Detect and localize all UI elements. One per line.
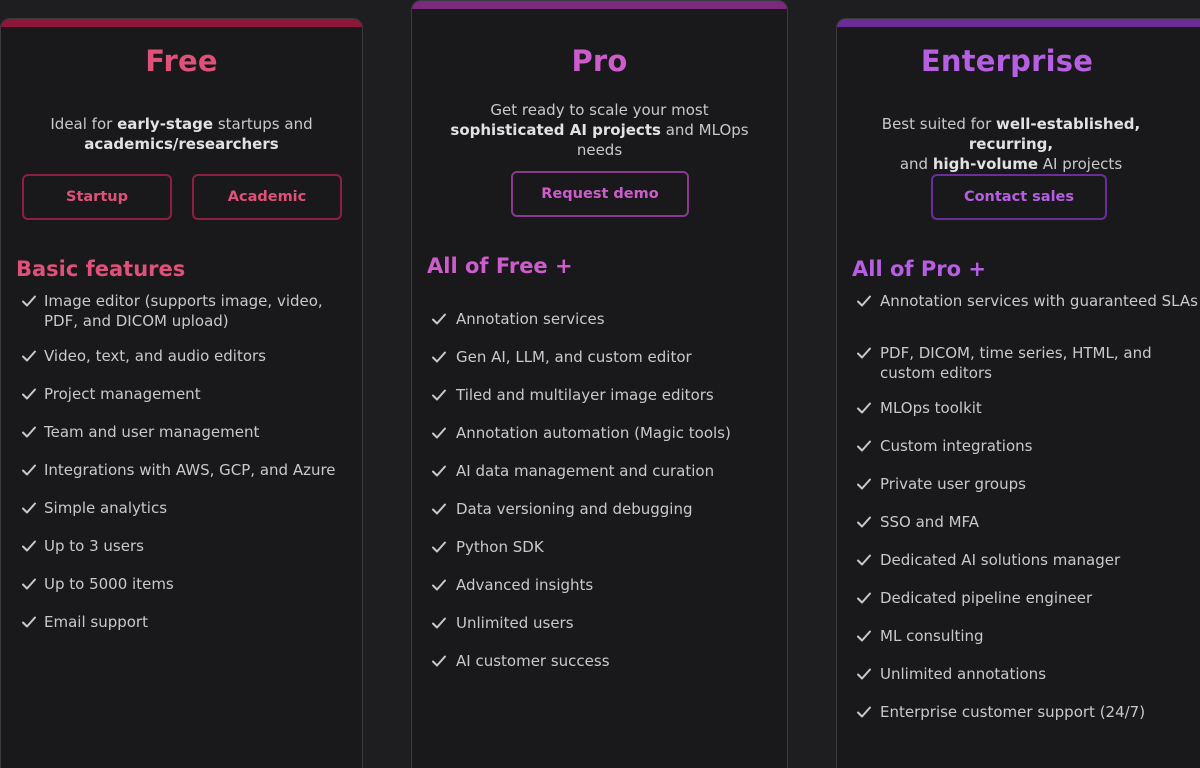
check-icon [22, 464, 36, 476]
feature-text: Up to 3 users [44, 537, 144, 555]
feature-text: Team and user management [44, 423, 260, 441]
check-icon [432, 655, 446, 667]
check-icon [22, 616, 36, 628]
feature-text: PDF, DICOM, time series, HTML, and custo… [880, 344, 1152, 382]
feature-text: Python SDK [456, 538, 544, 556]
startup-button[interactable]: Startup [22, 174, 172, 220]
contact-sales-button[interactable]: Contact sales [931, 174, 1107, 220]
check-icon [857, 347, 871, 359]
free-accent-bar [1, 19, 362, 27]
check-icon [857, 402, 871, 414]
check-icon [857, 554, 871, 566]
check-icon [857, 516, 871, 528]
feature-text: Annotation services [456, 310, 605, 328]
check-icon [432, 617, 446, 629]
enterprise-plan-description: Best suited for well-established, recurr… [881, 115, 1141, 173]
enterprise-accent-bar [837, 19, 1200, 27]
check-icon [857, 592, 871, 604]
feature-text: Video, text, and audio editors [44, 347, 266, 365]
check-icon [22, 578, 36, 590]
check-icon [857, 630, 871, 642]
enterprise-plan-card: Enterprise Best suited for well-establis… [836, 18, 1200, 768]
free-plan-title: Free [145, 44, 218, 78]
feature-text: Integrations with AWS, GCP, and Azure [44, 461, 336, 479]
feature-text: Annotation services with guaranteed SLAs [880, 292, 1198, 310]
check-icon [432, 313, 446, 325]
free-section-heading: Basic features [16, 257, 186, 281]
feature-text: Email support [44, 613, 148, 631]
pro-plan-card: Pro Get ready to scale your most sophist… [411, 0, 788, 768]
check-icon [22, 540, 36, 552]
check-icon [432, 427, 446, 439]
feature-text: Up to 5000 items [44, 575, 174, 593]
feature-text: Private user groups [880, 475, 1026, 493]
check-icon [857, 295, 871, 307]
feature-text: Dedicated pipeline engineer [880, 589, 1093, 607]
academic-button[interactable]: Academic [192, 174, 342, 220]
feature-text: Gen AI, LLM, and custom editor [456, 348, 692, 366]
pro-accent-bar [412, 1, 787, 9]
feature-text: Data versioning and debugging [456, 500, 693, 518]
feature-text: ML consulting [880, 627, 984, 645]
check-icon [22, 295, 36, 307]
feature-text: Simple analytics [44, 499, 168, 517]
check-icon [22, 426, 36, 438]
feature-text: MLOps toolkit [880, 399, 982, 417]
feature-text: Project management [44, 385, 201, 403]
feature-text: Annotation automation (Magic tools) [456, 424, 731, 442]
feature-text: SSO and MFA [880, 513, 980, 531]
check-icon [432, 579, 446, 591]
feature-text: Advanced insights [456, 576, 594, 594]
free-plan-card: Free Ideal for early-stage startups and … [0, 18, 363, 768]
check-icon [22, 502, 36, 514]
enterprise-section-heading: All of Pro + [852, 257, 986, 281]
check-icon [432, 351, 446, 363]
pro-plan-description: Get ready to scale your most sophisticat… [450, 101, 749, 159]
check-icon [432, 389, 446, 401]
request-demo-button[interactable]: Request demo [511, 171, 689, 217]
feature-text: Custom integrations [880, 437, 1033, 455]
pro-plan-title: Pro [571, 44, 628, 78]
pricing-page: Free Ideal for early-stage startups and … [0, 0, 1200, 768]
free-plan-description: Ideal for early-stage startups and acade… [50, 115, 313, 153]
check-icon [857, 668, 871, 680]
pro-section-heading: All of Free + [427, 254, 573, 278]
check-icon [857, 478, 871, 490]
feature-text: Image editor (supports image, video, PDF… [44, 292, 323, 330]
check-icon [432, 465, 446, 477]
check-icon [432, 541, 446, 553]
enterprise-plan-title: Enterprise [920, 44, 1094, 78]
feature-text: Tiled and multilayer image editors [456, 386, 714, 404]
feature-text: Unlimited users [456, 614, 574, 632]
check-icon [857, 440, 871, 452]
feature-text: Dedicated AI solutions manager [880, 551, 1121, 569]
check-icon [857, 706, 871, 718]
check-icon [22, 388, 36, 400]
feature-text: AI data management and curation [456, 462, 715, 480]
feature-text: Unlimited annotations [880, 665, 1047, 683]
check-icon [432, 503, 446, 515]
feature-text: Enterprise customer support (24/7) [880, 703, 1146, 721]
feature-text: AI customer success [456, 652, 610, 670]
check-icon [22, 350, 36, 362]
